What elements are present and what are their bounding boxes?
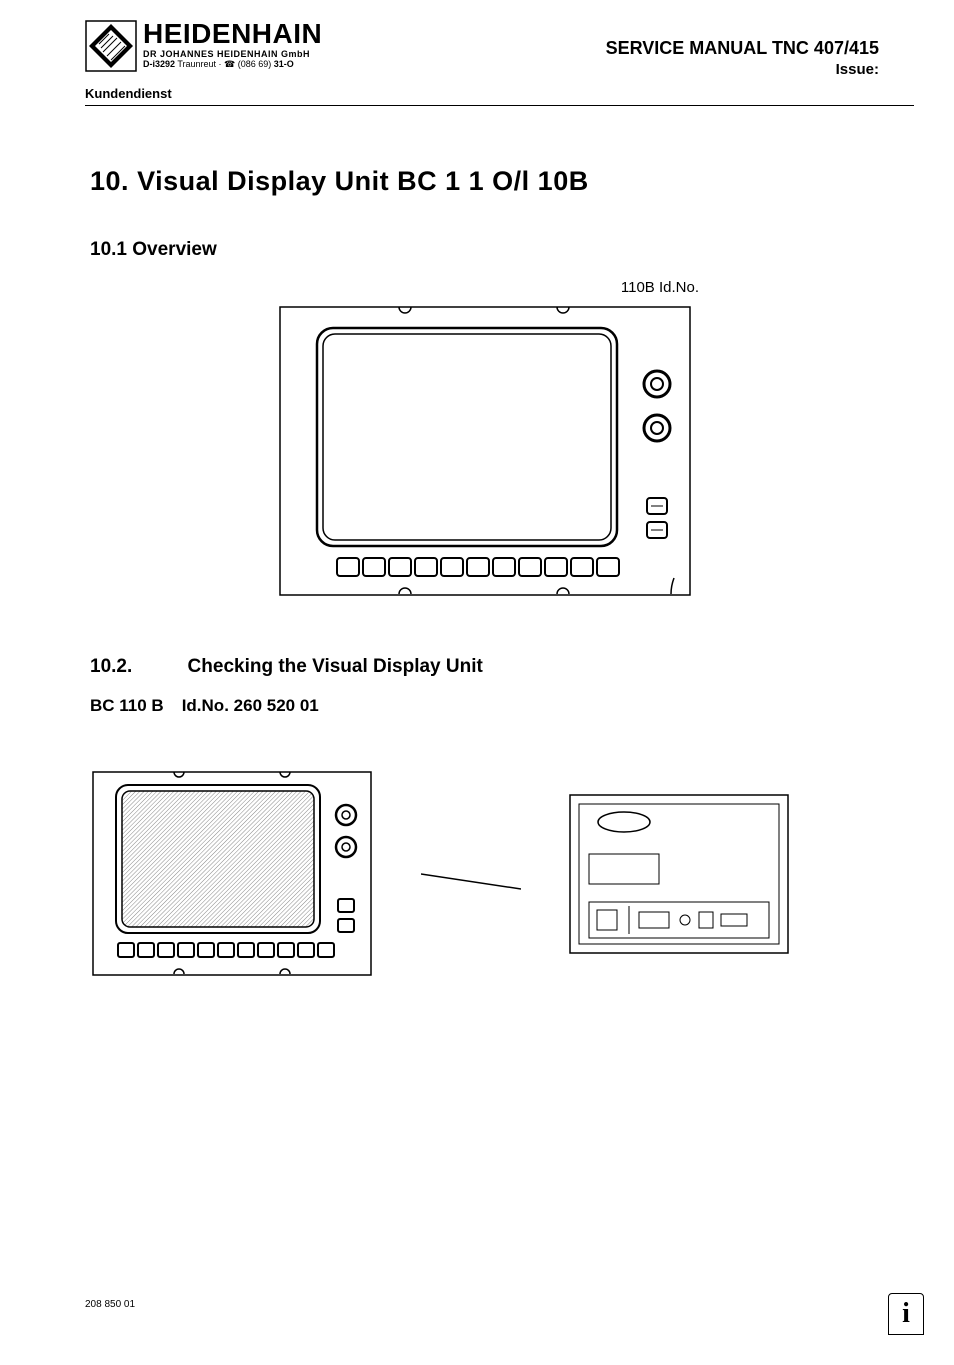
device-id-line: BC 110 B Id.No. 260 520 01 <box>90 696 879 716</box>
figure-display-unit-rear <box>569 794 789 954</box>
manual-issue: Issue: <box>606 61 879 78</box>
section-number: 10. <box>90 166 129 197</box>
section-10-1-heading: 10.1 Overview <box>90 239 879 261</box>
idno-label: Id.No. <box>182 696 229 715</box>
section-number: 10.2. <box>90 656 132 678</box>
manual-title-block: SERVICE MANUAL TNC 407/415 Issue: <box>606 20 879 78</box>
connector-line <box>421 844 521 904</box>
footer-document-number: 208 850 01 <box>85 1299 135 1310</box>
section-title: Checking the Visual Display Unit <box>188 656 483 677</box>
logo-block: HEIDENHAIN DR JOHANNES HEIDENHAIN GmbH D… <box>85 20 322 72</box>
page-header: HEIDENHAIN DR JOHANNES HEIDENHAIN GmbH D… <box>0 0 954 86</box>
figure-row <box>90 771 879 976</box>
idno-value: 260 520 01 <box>234 696 319 715</box>
figure-display-unit-small <box>92 771 372 976</box>
section-number: 10.1 <box>90 239 127 261</box>
figure1-id-label: 110B Id.No. <box>90 279 879 296</box>
manual-title: SERVICE MANUAL TNC 407/415 <box>606 38 879 59</box>
kundendienst-label: Kundendienst <box>0 86 954 105</box>
company-subtitle: DR JOHANNES HEIDENHAIN GmbH <box>143 50 322 59</box>
company-name: HEIDENHAIN <box>143 20 322 48</box>
company-address: D-i3292 Traunreut · ☎ (086 69) 31-O <box>143 60 322 69</box>
info-icon: i <box>888 1293 924 1335</box>
section-title: Overview <box>132 239 217 260</box>
heidenhain-logo-icon <box>85 20 137 72</box>
section-10-2-heading: 10.2. Checking the Visual Display Unit <box>90 656 879 678</box>
company-text: HEIDENHAIN DR JOHANNES HEIDENHAIN GmbH D… <box>143 20 322 69</box>
page-content: 10. Visual Display Unit BC 1 1 O/l 10B 1… <box>0 106 954 976</box>
figure-display-unit-front <box>279 306 691 596</box>
section-title: Visual Display Unit BC 1 1 O/l 10B <box>137 166 589 196</box>
device-model: BC 110 B <box>90 696 164 715</box>
section-10-heading: 10. Visual Display Unit BC 1 1 O/l 10B <box>90 166 879 197</box>
